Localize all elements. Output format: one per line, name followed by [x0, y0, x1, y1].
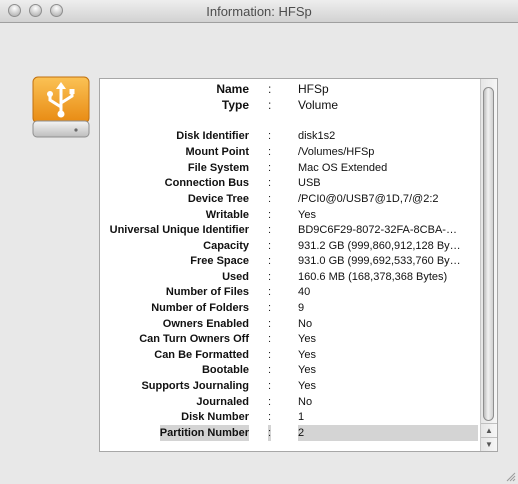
info-row[interactable]: Can Be Formatted: Yes	[100, 347, 479, 363]
info-row[interactable]: Mount Point: /Volumes/HFSp	[100, 144, 479, 160]
field-colon: :	[268, 302, 272, 314]
field-value: 931.0 GB (999,692,533,760 By…	[298, 255, 461, 267]
info-row[interactable]: Name: HFSp	[100, 81, 479, 97]
info-row[interactable]: Device Tree: /PCI0@0/USB7@1D,7/@2:2	[100, 191, 479, 207]
field-label: Disk Number	[181, 411, 249, 423]
field-label: Universal Unique Identifier	[109, 224, 249, 236]
scroll-down-arrow-icon[interactable]: ▼	[481, 437, 497, 451]
field-label: Partition Number	[159, 425, 249, 441]
field-label: Writable	[205, 209, 249, 221]
field-colon: :	[268, 255, 272, 267]
usb-drive-icon	[32, 76, 90, 138]
field-colon: :	[268, 209, 272, 221]
field-value: Yes	[298, 380, 316, 392]
info-row[interactable]: Free Space: 931.0 GB (999,692,533,760 By…	[100, 253, 479, 269]
info-row[interactable]: Used: 160.6 MB (168,378,368 Bytes)	[100, 269, 479, 285]
field-label: Connection Bus	[164, 177, 249, 189]
field-value: USB	[298, 177, 321, 189]
field-colon: :	[268, 318, 272, 330]
field-label: Supports Journaling	[141, 380, 249, 392]
vertical-scrollbar[interactable]: ▲ ▼	[480, 79, 497, 451]
info-row[interactable]: Can Turn Owners Off: Yes	[100, 331, 479, 347]
field-colon: :	[268, 82, 272, 96]
info-row[interactable]: Partition Number: 2	[100, 425, 479, 441]
field-colon: :	[268, 364, 272, 376]
scroll-up-arrow-icon[interactable]: ▲	[481, 423, 497, 437]
info-row[interactable]: Connection Bus: USB	[100, 175, 479, 191]
field-label: Can Turn Owners Off	[139, 333, 249, 345]
info-row[interactable]: Supports Journaling: Yes	[100, 378, 479, 394]
field-colon: :	[268, 425, 272, 441]
field-value: 931.2 GB (999,860,912,128 By…	[298, 240, 461, 252]
field-label: Number of Folders	[151, 302, 249, 314]
field-label: Name	[216, 82, 249, 96]
info-list: Name: HFSp Type: Volume Disk Identifier: disk…	[100, 79, 479, 451]
field-value: BD9C6F29-8072-32FA-8CBA-…	[298, 224, 457, 236]
field-colon: :	[268, 98, 272, 112]
field-colon: :	[268, 224, 272, 236]
info-row[interactable]: Capacity: 931.2 GB (999,860,912,128 By…	[100, 238, 479, 254]
field-label: Bootable	[201, 364, 249, 376]
field-label: Can Be Formatted	[154, 349, 249, 361]
field-label: Owners Enabled	[162, 318, 249, 330]
field-label: Capacity	[203, 240, 249, 252]
field-label: File System	[187, 162, 249, 174]
field-label: Type	[221, 98, 249, 112]
field-value: No	[298, 318, 313, 330]
info-row[interactable]: Universal Unique Identifier: BD9C6F29-807…	[100, 222, 479, 238]
info-row[interactable]: Disk Identifier: disk1s2	[100, 128, 479, 144]
field-value: Yes	[298, 333, 316, 345]
field-value: Yes	[298, 349, 316, 361]
info-row[interactable]: Journaled: No	[100, 394, 479, 410]
field-value: /PCI0@0/USB7@1D,7/@2:2	[298, 193, 439, 205]
field-value: 2	[298, 425, 478, 441]
field-value: Mac OS Extended	[298, 162, 388, 174]
field-label: Free Space	[190, 255, 249, 267]
field-colon: :	[268, 333, 272, 345]
field-value: 40	[298, 286, 311, 298]
field-label: Disk Identifier	[176, 130, 249, 142]
field-label: Number of Files	[165, 286, 249, 298]
field-colon: :	[268, 380, 272, 392]
field-colon: :	[268, 271, 272, 283]
info-row[interactable]: Type: Volume	[100, 97, 479, 113]
field-label: Journaled	[196, 396, 249, 408]
field-value: disk1s2	[298, 130, 336, 142]
scroll-thumb[interactable]	[483, 87, 494, 421]
field-value: Volume	[298, 98, 339, 112]
field-label: Used	[222, 271, 249, 283]
info-row[interactable]: Bootable: Yes	[100, 362, 479, 378]
info-panel[interactable]: Name: HFSp Type: Volume Disk Identifier: disk…	[99, 78, 498, 452]
field-colon: :	[268, 193, 272, 205]
field-colon: :	[268, 286, 272, 298]
resize-grip-icon[interactable]	[504, 470, 516, 482]
info-row[interactable]: Number of Files: 40	[100, 284, 479, 300]
field-value: 160.6 MB (168,378,368 Bytes)	[298, 271, 448, 283]
field-value: Yes	[298, 364, 316, 376]
title-bar: Information: HFSp	[0, 0, 518, 23]
field-value: Yes	[298, 209, 316, 221]
field-value: /Volumes/HFSp	[298, 146, 375, 158]
field-colon: :	[268, 177, 272, 189]
window-title: Information: HFSp	[206, 4, 312, 19]
field-colon: :	[268, 349, 272, 361]
info-row[interactable]: File System: Mac OS Extended	[100, 160, 479, 176]
field-label: Mount Point	[185, 146, 249, 158]
info-row[interactable]: Disk Number: 1	[100, 409, 479, 425]
field-label: Device Tree	[187, 193, 249, 205]
info-row[interactable]: Number of Folders: 9	[100, 300, 479, 316]
field-value: No	[298, 396, 313, 408]
field-value: HFSp	[298, 82, 329, 96]
field-colon: :	[268, 240, 272, 252]
info-row[interactable]: Owners Enabled: No	[100, 316, 479, 332]
field-colon: :	[268, 146, 272, 158]
field-colon: :	[268, 162, 272, 174]
field-colon: :	[268, 396, 272, 408]
field-colon: :	[268, 411, 272, 423]
info-row[interactable]: Writable: Yes	[100, 207, 479, 223]
field-value: 9	[298, 302, 305, 314]
field-value: 1	[298, 411, 305, 423]
field-colon: :	[268, 130, 272, 142]
